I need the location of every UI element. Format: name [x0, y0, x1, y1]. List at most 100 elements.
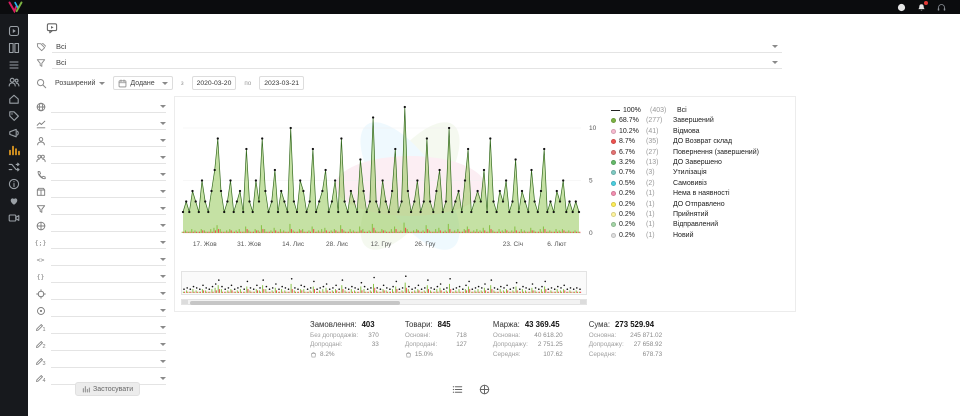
filter-row-5-select[interactable]	[51, 169, 166, 181]
filter-row-9-select[interactable]	[51, 237, 166, 249]
sidebar-item-analytics[interactable]	[6, 143, 22, 156]
legend-item[interactable]: 68.7%(277)Завершений	[611, 117, 793, 124]
filter-row-12-select[interactable]	[51, 288, 166, 300]
users-icon	[8, 76, 20, 88]
filter-row-9: {;}	[28, 234, 174, 251]
status-filter-select[interactable]: Всі	[52, 40, 782, 53]
sidebar-item-tutorials[interactable]	[6, 211, 22, 224]
sidebar-item-customers[interactable]	[6, 75, 22, 88]
legend-item[interactable]: 0.2%(1)Прийнятий	[611, 211, 793, 218]
tag-icon	[8, 110, 20, 122]
custom-field-2: 2	[28, 336, 174, 353]
orders-timeseries-chart[interactable]: 17. Жов31. Жов14. Лис28. Лис12. Гру26. Г…	[181, 103, 611, 263]
legend-item[interactable]: 6.7%(27)Повернення (завершений)	[611, 149, 793, 156]
filter-row-1-select[interactable]	[51, 101, 166, 113]
sidebar-item-products[interactable]	[6, 109, 22, 122]
date-from-input[interactable]: 2020-03-20	[192, 76, 237, 90]
apply-button-label: Застосувати	[93, 386, 133, 393]
filter-row-11: {}	[28, 268, 174, 285]
filter-row-8-select[interactable]	[51, 220, 166, 232]
filter-row-7-select[interactable]	[51, 203, 166, 215]
chart-legend: 100%(403)Всі 68.7%(277)Завершений 10.2%(41…	[611, 107, 793, 242]
listsmall-button[interactable]	[452, 384, 463, 395]
headset-icon	[937, 3, 946, 12]
sidebar-item-orders[interactable]	[6, 58, 22, 71]
topbar-actions	[897, 3, 946, 12]
date-field-select[interactable]: Додане	[113, 76, 172, 90]
filter-row-13-select[interactable]	[51, 305, 166, 317]
bell-button[interactable]	[917, 3, 926, 12]
chevron-down-icon	[160, 326, 166, 329]
scrollbar-right-button[interactable]	[580, 300, 586, 304]
code-glyph-icon: {;}	[35, 239, 47, 247]
legend-dot-swatch	[611, 202, 616, 207]
chart-scrollbar[interactable]	[181, 299, 587, 305]
search-filter-row: Розширений Додане з 2020-03-20 по 2023-0…	[36, 76, 304, 90]
scrollbar-thumb[interactable]	[190, 301, 400, 305]
bag-icon	[310, 351, 317, 358]
scrollbar-left-button[interactable]	[182, 300, 188, 304]
sidebar-item-integrations[interactable]	[6, 160, 22, 173]
stat-title: Маржа:	[493, 320, 520, 329]
apply-button[interactable]: Застосувати	[75, 382, 140, 396]
legend-item[interactable]: 0.2%(1)Нема в наявності	[611, 190, 793, 197]
chevron-down-icon	[160, 360, 166, 363]
code-glyph-icon: <>	[37, 256, 45, 264]
legend-item[interactable]: 0.2%(1)Відправлений	[611, 221, 793, 228]
upsell-badge: 8.2%	[310, 351, 379, 358]
sidebar-item-boards[interactable]	[6, 41, 22, 54]
group-filter-select[interactable]: Всі	[52, 56, 782, 69]
svg-text:14. Лис: 14. Лис	[282, 241, 305, 248]
filter-row-2-select[interactable]	[51, 118, 166, 130]
legend-item[interactable]: 0.2%(1)ДО Отправлено	[611, 201, 793, 208]
chevron-down-icon	[160, 173, 166, 176]
chevron-down-icon	[160, 156, 166, 159]
video-chat-icon[interactable]	[46, 22, 58, 34]
date-to-input[interactable]: 2023-03-21	[259, 76, 304, 90]
legend-item[interactable]: 0.5%(2)Самовивіз	[611, 180, 793, 187]
phone-icon	[36, 170, 46, 180]
avatar-button[interactable]	[897, 3, 906, 12]
filter-row-13	[28, 302, 174, 319]
sidebar-item-apps[interactable]	[6, 24, 22, 37]
filter-row-6-select[interactable]	[51, 186, 166, 198]
app-logo-icon[interactable]	[8, 1, 23, 13]
custom-field-3-select[interactable]	[51, 356, 166, 368]
filter-row-10: <>	[28, 251, 174, 268]
chevron-down-icon	[160, 122, 166, 125]
filter-row-1	[28, 98, 174, 115]
sidebar-item-info[interactable]	[6, 177, 22, 190]
custom-field-2-select[interactable]	[51, 339, 166, 351]
advanced-mode-select[interactable]: Розширений	[55, 77, 105, 90]
sidebar-item-warehouse[interactable]	[6, 92, 22, 105]
sidebar-item-support[interactable]	[6, 194, 22, 207]
sidebar-item-marketing[interactable]	[6, 126, 22, 139]
filter-row-3-select[interactable]	[51, 135, 166, 147]
people-icon	[36, 153, 46, 163]
barchart-icon	[8, 144, 20, 156]
legend-item[interactable]: 100%(403)Всі	[611, 107, 793, 114]
globe-button[interactable]	[479, 384, 490, 395]
filter-row-4-select[interactable]	[51, 152, 166, 164]
custom-field-1-select[interactable]	[51, 322, 166, 334]
heart-icon	[8, 195, 20, 207]
chevron-down-icon	[160, 207, 166, 210]
chevron-down-icon	[772, 61, 778, 64]
legend-item[interactable]: 8.7%(35)ДО Возврат склад	[611, 138, 793, 145]
filter-row-11-select[interactable]	[51, 271, 166, 283]
svg-text:23. Січ: 23. Січ	[503, 240, 523, 248]
shuffle-icon	[8, 161, 20, 173]
status-filter-row: Всі	[36, 40, 782, 53]
topbar	[0, 0, 960, 14]
headset-button[interactable]	[937, 3, 946, 12]
legend-item[interactable]: 3.2%(13)ДО Завершено	[611, 159, 793, 166]
legend-item[interactable]: 0.7%(3)Утилізація	[611, 169, 793, 176]
filter-row-10-select[interactable]	[51, 254, 166, 266]
stat-subrow: Середня:678.73	[589, 351, 662, 358]
legend-item[interactable]: 10.2%(41)Відмова	[611, 128, 793, 135]
summary-stats: Замовлення:403Без допродажів:370Допродан…	[310, 320, 662, 358]
sidebar-nav	[0, 14, 28, 416]
chart-brush[interactable]	[181, 271, 587, 295]
chevron-down-icon	[160, 343, 166, 346]
legend-item[interactable]: 0.2%(1)Новий	[611, 232, 793, 239]
